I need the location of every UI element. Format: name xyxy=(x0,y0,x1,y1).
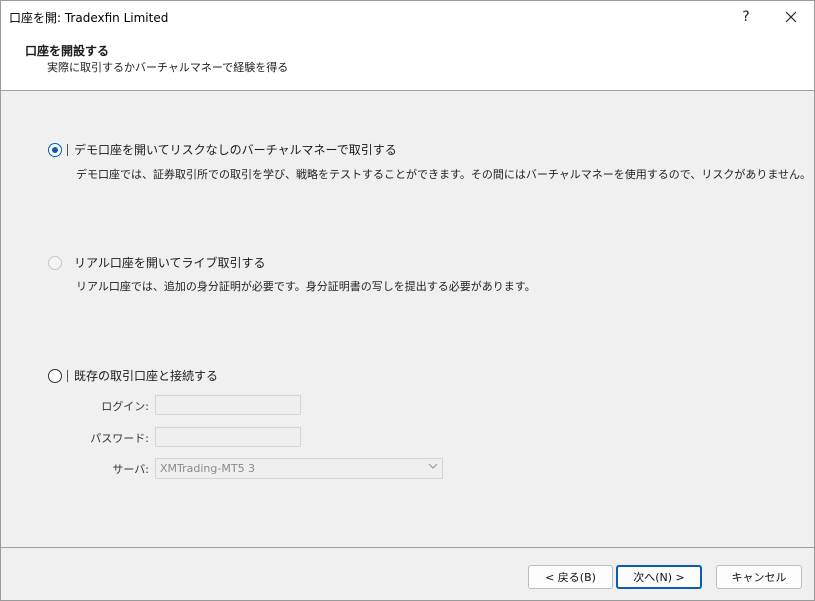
demo-account-radio[interactable] xyxy=(48,143,62,157)
login-input[interactable] xyxy=(155,395,301,415)
close-icon xyxy=(785,11,797,23)
close-button[interactable] xyxy=(768,1,814,33)
real-account-radio[interactable] xyxy=(48,256,62,270)
password-label: パスワード: xyxy=(90,432,149,445)
back-button[interactable]: < 戻る(B) xyxy=(528,565,613,589)
chevron-down-icon xyxy=(428,461,438,474)
existing-account-radio[interactable] xyxy=(48,369,62,383)
focus-indicator xyxy=(67,144,68,156)
header-subtitle: 実際に取引するかバーチャルマネーで経験を得る xyxy=(47,61,289,74)
server-value: XMTrading-MT5 3 xyxy=(160,462,256,475)
help-button[interactable]: ? xyxy=(723,1,769,33)
existing-account-label[interactable]: 既存の取引口座と接続する xyxy=(74,367,218,384)
real-account-label[interactable]: リアル口座を開いてライブ取引する xyxy=(74,254,266,271)
footer-divider xyxy=(1,547,814,548)
focus-indicator xyxy=(67,370,68,382)
password-input[interactable] xyxy=(155,427,301,447)
login-label: ログイン: xyxy=(101,400,149,413)
window-title: 口座を開: Tradexfin Limited xyxy=(9,11,169,25)
header-title: 口座を開設する xyxy=(25,44,110,58)
dialog-window: 口座を開: Tradexfin Limited ? 口座を開設する 実際に取引す… xyxy=(0,0,815,601)
cancel-button[interactable]: キャンセル xyxy=(716,565,802,589)
server-label: サーバ: xyxy=(112,463,149,476)
next-button[interactable]: 次へ(N) > xyxy=(616,565,702,589)
title-bar: 口座を開: Tradexfin Limited ? xyxy=(1,1,814,33)
server-select[interactable]: XMTrading-MT5 3 xyxy=(155,458,443,479)
demo-account-description: デモ口座では、証券取引所での取引を学び、戦略をテストすることができます。その間に… xyxy=(76,168,812,181)
real-account-description: リアル口座では、追加の身分証明が必要です。身分証明書の写しを提出する必要がありま… xyxy=(76,280,536,293)
wizard-header: 口座を開設する 実際に取引するかバーチャルマネーで経験を得る xyxy=(1,33,814,91)
demo-account-label[interactable]: デモ口座を開いてリスクなしのバーチャルマネーで取引する xyxy=(74,141,397,158)
